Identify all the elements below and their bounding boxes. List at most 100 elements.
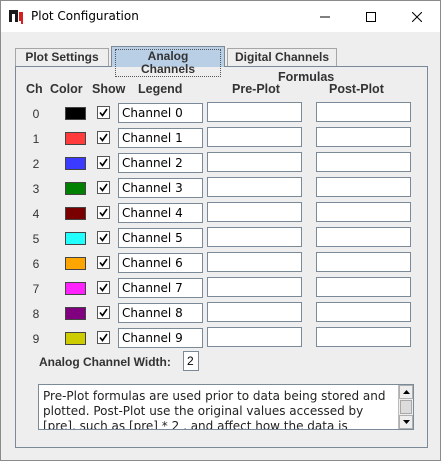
maximize-icon	[366, 11, 376, 22]
channel-number: 3	[32, 182, 40, 196]
help-text-area[interactable]: Pre-Plot formulas are used prior to data…	[38, 384, 414, 430]
color-swatch[interactable]	[65, 307, 86, 320]
channel-number: 1	[32, 132, 40, 146]
pre-plot-formula-field[interactable]	[207, 327, 302, 347]
checkmark-icon	[99, 308, 108, 317]
plot-configuration-window: Plot Configuration Plot Settings Analog …	[0, 0, 441, 461]
title-bar[interactable]: Plot Configuration	[1, 1, 440, 32]
arrow-down-icon	[402, 420, 410, 424]
legend-field[interactable]: Channel 1	[118, 128, 203, 148]
post-plot-formula-field[interactable]	[316, 152, 411, 172]
post-plot-formula-field[interactable]	[316, 302, 411, 322]
scroll-down-button[interactable]	[399, 415, 413, 429]
header-legend: Legend	[138, 82, 183, 96]
close-button[interactable]	[394, 1, 440, 32]
show-checkbox[interactable]	[97, 131, 110, 144]
checkmark-icon	[99, 158, 108, 167]
legend-field[interactable]: Channel 5	[118, 228, 203, 248]
post-plot-formula-field[interactable]	[316, 277, 411, 297]
help-text: Pre-Plot formulas are used prior to data…	[43, 389, 386, 430]
app-logo-icon	[9, 10, 23, 24]
channel-number: 2	[32, 157, 40, 171]
tab-plot-settings[interactable]: Plot Settings	[15, 48, 109, 67]
tab-digital-channels[interactable]: Digital Channels	[227, 48, 337, 67]
color-swatch[interactable]	[65, 157, 86, 170]
pre-plot-formula-field[interactable]	[207, 202, 302, 222]
color-swatch[interactable]	[65, 232, 86, 245]
header-color: Color	[50, 82, 83, 96]
header-pre-plot: Pre-Plot	[232, 82, 280, 96]
pre-plot-formula-field[interactable]	[207, 252, 302, 272]
scroll-up-button[interactable]	[399, 385, 413, 399]
color-swatch[interactable]	[65, 132, 86, 145]
maximize-button[interactable]	[348, 1, 394, 32]
tab-label: Digital Channels	[234, 50, 329, 64]
show-checkbox[interactable]	[97, 181, 110, 194]
legend-field[interactable]: Channel 8	[118, 303, 203, 323]
channel-number: 0	[32, 107, 40, 121]
post-plot-formula-field[interactable]	[316, 102, 411, 122]
channel-number: 5	[32, 232, 40, 246]
post-plot-formula-field[interactable]	[316, 127, 411, 147]
tab-analog-channels[interactable]: Analog Channels	[111, 46, 225, 77]
post-plot-formula-field[interactable]	[316, 227, 411, 247]
pre-plot-formula-field[interactable]	[207, 102, 302, 122]
channel-number: 8	[32, 307, 40, 321]
channel-number: 6	[32, 257, 40, 271]
channel-number: 4	[32, 207, 40, 221]
post-plot-formula-field[interactable]	[316, 177, 411, 197]
color-swatch[interactable]	[65, 257, 86, 270]
channel-number: 9	[32, 332, 40, 346]
show-checkbox[interactable]	[97, 306, 110, 319]
checkmark-icon	[99, 283, 108, 292]
show-checkbox[interactable]	[97, 106, 110, 119]
checkmark-icon	[99, 258, 108, 267]
checkmark-icon	[99, 183, 108, 192]
color-swatch[interactable]	[65, 332, 86, 345]
pre-plot-formula-field[interactable]	[207, 227, 302, 247]
checkmark-icon	[99, 133, 108, 142]
legend-field[interactable]: Channel 4	[118, 203, 203, 223]
color-swatch[interactable]	[65, 107, 86, 120]
close-icon	[412, 11, 422, 22]
dialog-content: Plot Settings Analog Channels Digital Ch…	[1, 32, 440, 460]
legend-field[interactable]: Channel 0	[118, 103, 203, 123]
legend-field[interactable]: Channel 2	[118, 153, 203, 173]
tab-label: Analog Channels	[115, 49, 221, 77]
legend-field[interactable]: Channel 9	[118, 328, 203, 348]
show-checkbox[interactable]	[97, 331, 110, 344]
pre-plot-formula-field[interactable]	[207, 302, 302, 322]
arrow-up-icon	[402, 390, 410, 394]
minimize-button[interactable]	[302, 1, 348, 32]
pre-plot-formula-field[interactable]	[207, 277, 302, 297]
vertical-scrollbar[interactable]	[398, 385, 413, 429]
color-swatch[interactable]	[65, 182, 86, 195]
post-plot-formula-field[interactable]	[316, 252, 411, 272]
header-post-plot: Post-Plot	[329, 82, 384, 96]
checkmark-icon	[99, 233, 108, 242]
color-swatch[interactable]	[65, 282, 86, 295]
pre-plot-formula-field[interactable]	[207, 127, 302, 147]
post-plot-formula-field[interactable]	[316, 202, 411, 222]
show-checkbox[interactable]	[97, 256, 110, 269]
legend-field[interactable]: Channel 7	[118, 278, 203, 298]
color-swatch[interactable]	[65, 207, 86, 220]
show-checkbox[interactable]	[97, 231, 110, 244]
show-checkbox[interactable]	[97, 206, 110, 219]
tab-label: Plot Settings	[25, 50, 99, 64]
channel-number: 7	[32, 282, 40, 296]
header-show: Show	[92, 82, 126, 96]
pre-plot-formula-field[interactable]	[207, 177, 302, 197]
post-plot-formula-field[interactable]	[316, 327, 411, 347]
show-checkbox[interactable]	[97, 156, 110, 169]
legend-field[interactable]: Channel 3	[118, 178, 203, 198]
checkmark-icon	[99, 208, 108, 217]
analog-channels-panel: Ch Color Show Legend Formulas Pre-Plot P…	[15, 66, 428, 448]
legend-field[interactable]: Channel 6	[118, 253, 203, 273]
header-formulas: Formulas	[278, 70, 335, 84]
channel-width-field[interactable]: 2	[183, 351, 199, 371]
pre-plot-formula-field[interactable]	[207, 152, 302, 172]
checkmark-icon	[99, 333, 108, 342]
scroll-thumb[interactable]	[400, 400, 412, 414]
show-checkbox[interactable]	[97, 281, 110, 294]
